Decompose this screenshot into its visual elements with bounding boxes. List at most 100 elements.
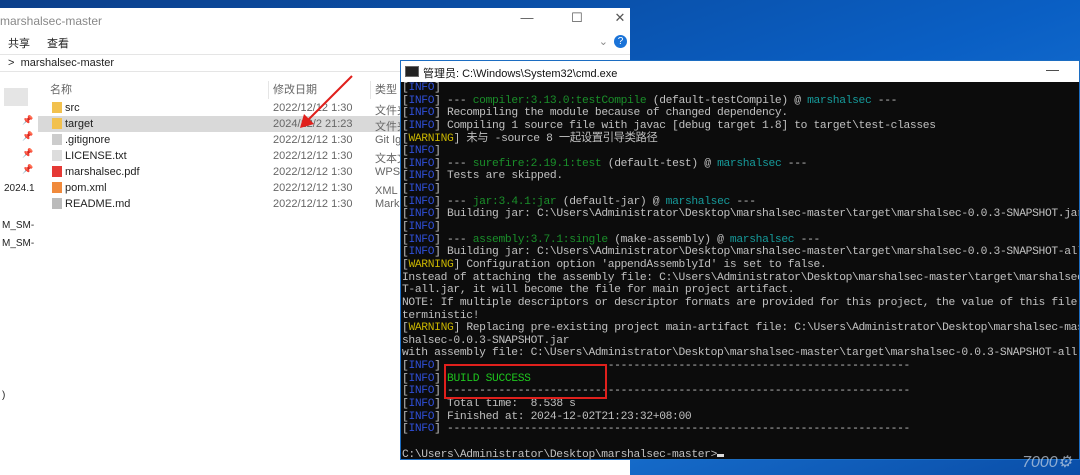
terminal-line: [WARNING] Configuration option 'appendAs…	[402, 258, 827, 271]
text-text: ---	[781, 157, 808, 170]
info-tag: INFO	[408, 372, 435, 385]
info-tag: INFO	[408, 82, 435, 94]
help-icon[interactable]: ?	[614, 35, 627, 48]
terminal-line: [WARNING] 未与 -source 8 一起设置引导类路径	[402, 132, 658, 145]
sidebar-item[interactable]: )	[2, 390, 5, 401]
terminal-output[interactable]: [INFO] [INFO] --- compiler:3.13.0:testCom…	[401, 82, 1079, 460]
chevron-down-icon[interactable]: ⌄	[599, 35, 608, 48]
text-text: ---	[729, 195, 756, 208]
file-name: .gitignore	[65, 134, 111, 146]
file-row[interactable]: marshalsec.pdf 2022/12/12 1:30 WPS PDF	[38, 164, 418, 180]
cursor	[717, 453, 725, 457]
column-type[interactable]: 类型	[375, 81, 397, 97]
window-title: marshalsec-master	[0, 14, 103, 28]
info-tag: INFO	[408, 157, 435, 170]
plugin-text: jar:3.4.1:jar	[472, 195, 557, 208]
ribbon-tab-share[interactable]: 共享	[8, 35, 30, 51]
text-text: Building jar: C:\Users\Administrator\Des…	[440, 208, 1079, 221]
info-tag: INFO	[408, 360, 435, 373]
terminal-line: [INFO] Compiling 1 source file with java…	[402, 119, 936, 132]
text-text: Total time: 8.538 s	[440, 398, 576, 411]
pin-icon: 📌	[22, 164, 34, 174]
sidebar-item[interactable]: M_SM-	[2, 238, 34, 249]
file-row[interactable]: README.md 2022/12/12 1:30 Markdown	[38, 196, 418, 212]
info-tag: INFO	[408, 107, 435, 120]
info-tag: INFO	[408, 246, 435, 259]
terminal-line: Instead of attaching the assembly file: …	[402, 272, 1079, 285]
terminal-line: [INFO]	[402, 82, 441, 94]
file-row[interactable]: LICENSE.txt 2022/12/12 1:30 文本文档	[38, 148, 418, 165]
column-divider[interactable]	[268, 81, 269, 99]
cmd-title: 管理员: C:\Windows\System32\cmd.exe	[423, 68, 618, 80]
terminal-line: C:\Users\Administrator\Desktop\marshalse…	[402, 449, 1079, 460]
text-text: NOTE: If multiple descriptors or descrip…	[402, 296, 1078, 309]
watermark-logo: 7000⚙	[1022, 454, 1072, 471]
terminal-line: [INFO] Finished at: 2024-12-02T21:23:32+…	[402, 410, 692, 423]
terminal-line: [INFO]	[402, 221, 441, 234]
text-text: (default-testCompile) @	[646, 94, 808, 107]
info-tag: INFO	[408, 145, 435, 158]
text-text: Recompiling the module because of change…	[440, 107, 788, 120]
info-tag: INFO	[408, 208, 435, 221]
file-name: marshalsec.pdf	[65, 166, 140, 178]
info-tag: INFO	[408, 195, 435, 208]
info-tag: INFO	[408, 385, 435, 398]
text-text: Tests are skipped.	[440, 170, 563, 183]
highlight-box	[444, 364, 607, 399]
file-row[interactable]: target 2024/12/2 21:23 文件夹	[38, 116, 418, 133]
text-text: Building jar: C:\Users\Administrator\Des…	[440, 246, 1079, 259]
ribbon-tab-view[interactable]: 查看	[47, 35, 69, 51]
text-text: ---	[440, 94, 473, 107]
maximize-button[interactable]: ☐	[562, 10, 592, 26]
plugin-text: surefire:2.19.1:test	[472, 157, 602, 170]
text-text: (default-test) @	[601, 157, 718, 170]
info-tag: INFO	[408, 170, 435, 183]
column-divider[interactable]	[370, 81, 371, 99]
file-name: LICENSE.txt	[65, 150, 127, 162]
minimize-button[interactable]: —	[512, 10, 542, 25]
text-text: terministic!	[402, 309, 480, 322]
pdf-icon	[52, 166, 62, 177]
file-date: 2022/12/12 1:30	[273, 166, 353, 178]
text-text: ---	[440, 157, 473, 170]
project-text: marshalsec	[717, 157, 782, 170]
info-tag: INFO	[408, 233, 435, 246]
text-text: Configuration option 'appendAssemblyId' …	[459, 258, 827, 271]
file-row[interactable]: src 2022/12/12 1:30 文件夹	[38, 100, 418, 117]
terminal-line: [INFO] --- jar:3.4.1:jar (default-jar) @…	[402, 195, 756, 208]
file-row[interactable]: pom.xml 2022/12/12 1:30 XML 文档	[38, 180, 418, 197]
project-text: marshalsec	[665, 195, 731, 208]
folder-icon	[52, 118, 62, 129]
markdown-file-icon	[52, 198, 62, 209]
sidebar-selected-item[interactable]	[4, 88, 28, 106]
file-date: 2022/12/12 1:30	[273, 198, 353, 210]
file-row[interactable]: .gitignore 2022/12/12 1:30 Git Ignore	[38, 132, 418, 148]
project-text: marshalsec	[729, 233, 795, 246]
minimize-button[interactable]: —	[1046, 62, 1059, 77]
text-text: Replacing pre-existing project main-arti…	[466, 322, 1079, 335]
text-text: C:\Users\Administrator\Desktop\marshalse…	[402, 448, 718, 460]
cmd-title-bar: 管理员: C:\Windows\System32\cmd.exe —	[401, 61, 1079, 82]
sidebar-item[interactable]: 2024.1	[4, 183, 35, 194]
terminal-line: [INFO] Building jar: C:\Users\Administra…	[402, 246, 1079, 259]
text-text: T-all.jar, it will become the file for m…	[402, 284, 795, 297]
terminal-line: terministic!	[402, 310, 1079, 323]
terminal-line: [INFO]	[402, 183, 441, 196]
terminal-line: with assembly file: C:\Users\Administrat…	[402, 347, 1079, 360]
info-tag: INFO	[408, 94, 435, 107]
close-button[interactable]: ✕	[605, 10, 635, 26]
cmd-window: 管理员: C:\Windows\System32\cmd.exe — [INFO…	[400, 60, 1080, 460]
sidebar-item[interactable]: M_SM-	[2, 220, 34, 231]
terminal-line: [INFO]	[402, 145, 441, 158]
info-tag: INFO	[408, 410, 435, 423]
text-text: ---	[440, 233, 473, 246]
warning-tag: WARNING	[408, 132, 454, 145]
xml-file-icon	[52, 182, 62, 193]
text-text: with assembly file: C:\Users\Administrat…	[402, 347, 1079, 360]
terminal-line: [INFO] Tests are skipped.	[402, 170, 563, 183]
file-name: pom.xml	[65, 182, 107, 194]
column-name[interactable]: 名称	[50, 81, 72, 97]
file-date: 2022/12/12 1:30	[273, 182, 353, 194]
breadcrumb[interactable]: marshalsec-master	[21, 57, 115, 69]
